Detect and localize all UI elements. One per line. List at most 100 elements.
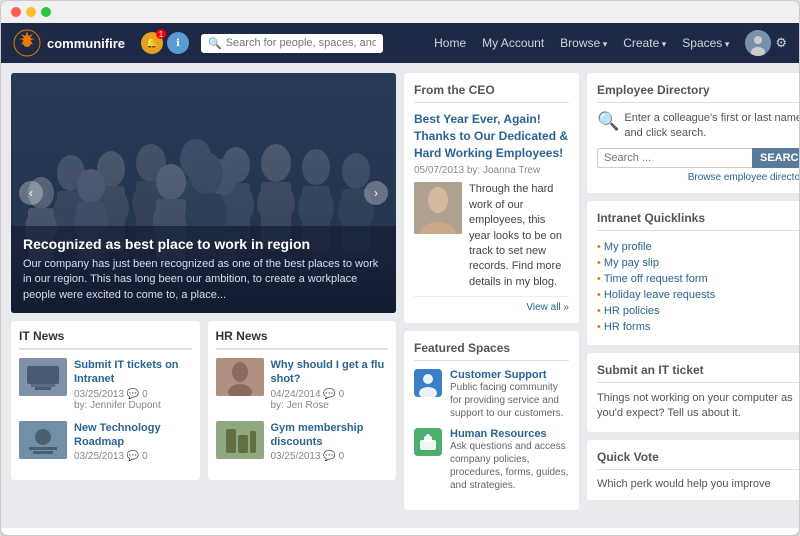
it-news-title-2[interactable]: New Technology Roadmap [74,421,192,450]
gear-icon[interactable]: ⚙ [775,35,787,51]
close-button[interactable] [11,7,21,17]
hr-news-item-1: Why should I get a flu shot? 04/24/2014 … [216,358,389,411]
human-resources-desc: Ask questions and access company policie… [450,440,569,492]
nav-browse[interactable]: Browse [560,36,607,50]
window-chrome [1,1,799,23]
left-column: ‹ › Recognized as best place to work in … [11,73,396,518]
quicklink-item-6[interactable]: HR forms [597,319,800,335]
avatar [745,30,771,56]
news-grid: IT News Submit IT tickets o [11,321,396,480]
hero-next-button[interactable]: › [364,181,388,205]
hr-news-meta-2: 03/25/2013 💬 0 [271,451,389,462]
info-button[interactable]: ℹ [167,32,189,54]
global-search-bar[interactable]: 🔍 [201,34,383,53]
it-news-title-1[interactable]: Submit IT tickets on Intranet [74,358,192,387]
it-news-title: IT News [19,329,192,350]
main-content: ‹ › Recognized as best place to work in … [1,63,799,528]
space-item-human-resources: Human Resources Ask questions and access… [414,428,569,492]
search-icon: 🔍 [597,111,619,132]
featured-spaces-widget: Featured Spaces Customer Support Public … [404,331,579,510]
ceo-post-title[interactable]: Best Year Ever, Again! Thanks to Our Ded… [414,111,569,161]
customer-support-name[interactable]: Customer Support [450,369,569,381]
ceo-body: Through the hard work of our employees, … [414,182,569,290]
logo-icon [13,29,41,57]
nav-home[interactable]: Home [434,36,466,50]
quicklink-item-1[interactable]: My profile [597,239,800,255]
quicklinks-list: My profile My pay slip Time off request … [597,239,800,335]
hr-news-thumb-2 [216,421,264,459]
quicklink-item-3[interactable]: Time off request form [597,271,800,287]
nav-create[interactable]: Create [623,36,666,50]
customer-support-desc: Public facing community for providing se… [450,381,569,420]
emp-dir-title: Employee Directory [597,83,800,103]
top-navigation: communifire 🔔 1 ℹ 🔍 Home My Account Brow… [1,23,799,63]
human-resources-icon [414,428,442,456]
hero-banner: ‹ › Recognized as best place to work in … [11,73,396,313]
ceo-author-photo [414,182,462,234]
user-menu[interactable]: ⚙ [745,30,787,56]
it-news-info-2: New Technology Roadmap 03/25/2013 💬 0 [74,421,192,463]
quicklink-item-4[interactable]: Holiday leave requests [597,287,800,303]
emp-dir-search-area: 🔍 Enter a colleague's first or last name… [597,111,800,142]
hr-news-info-2: Gym membership discounts 03/25/2013 💬 0 [271,421,389,463]
hr-news-title: HR News [216,329,389,350]
human-resources-info: Human Resources Ask questions and access… [450,428,569,492]
submit-it-text: Things not working on your computer as y… [597,391,800,422]
hero-subtitle: Our company has just been recognized as … [23,257,384,303]
quick-vote-widget: Quick Vote Which perk would help you imp… [587,440,800,500]
space-item-customer-support: Customer Support Public facing community… [414,369,569,420]
notifications-bell-button[interactable]: 🔔 1 [141,32,163,54]
submit-it-title: Submit an IT ticket [597,363,800,383]
it-news-item-1: Submit IT tickets on Intranet 03/25/2013… [19,358,192,411]
hr-news-thumb-1 [216,358,264,396]
hr-news-info-1: Why should I get a flu shot? 04/24/2014 … [271,358,389,411]
quicklinks-widget: Intranet Quicklinks My profile My pay sl… [587,201,800,345]
hr-news-author-1: by: Jen Rose [271,400,389,411]
right-column: Employee Directory 🔍 Enter a colleague's… [587,73,800,518]
browse-directory-link[interactable]: Browse employee directory › [597,172,800,183]
hr-news-widget: HR News Why should I get a flu shot? [208,321,397,480]
it-news-author-1: by: Jennifer Dupont [74,400,192,411]
hr-news-title-1[interactable]: Why should I get a flu shot? [271,358,389,387]
quick-vote-title: Quick Vote [597,450,800,470]
quick-vote-text: Which perk would help you improve [597,478,800,490]
quicklink-item-5[interactable]: HR policies [597,303,800,319]
emp-dir-description: Enter a colleague's first or last name a… [624,111,800,142]
hr-news-meta-1: 04/24/2014 💬 0 [271,389,389,400]
middle-column: From the CEO Best Year Ever, Again! Than… [404,73,579,518]
search-input[interactable] [226,37,376,49]
it-news-item-2: New Technology Roadmap 03/25/2013 💬 0 [19,421,192,463]
nav-spaces[interactable]: Spaces [682,36,729,50]
customer-support-info: Customer Support Public facing community… [450,369,569,420]
it-news-meta-2: 03/25/2013 💬 0 [74,451,192,462]
human-resources-name[interactable]: Human Resources [450,428,569,440]
maximize-button[interactable] [41,7,51,17]
quicklink-item-2[interactable]: My pay slip [597,255,800,271]
nav-links: Home My Account Browse Create Spaces ⚙ [434,30,787,56]
logo: communifire [13,29,125,57]
it-news-thumb-1 [19,358,67,396]
hero-prev-button[interactable]: ‹ [19,181,43,205]
nav-my-account[interactable]: My Account [482,36,544,50]
nav-notification-icons: 🔔 1 ℹ [141,32,189,54]
emp-dir-input-row: SEARCH [597,148,800,168]
submit-it-widget: Submit an IT ticket Things not working o… [587,353,800,432]
featured-spaces-title: Featured Spaces [414,341,569,361]
logo-text: communifire [47,36,125,51]
it-news-thumb-2 [19,421,67,459]
ceo-body-text: Through the hard work of our employees, … [469,182,569,290]
minimize-button[interactable] [26,7,36,17]
hero-caption: Recognized as best place to work in regi… [11,226,396,313]
employee-directory-widget: Employee Directory 🔍 Enter a colleague's… [587,73,800,193]
emp-dir-search-button[interactable]: SEARCH [752,148,800,168]
quicklinks-title: Intranet Quicklinks [597,211,800,231]
hero-title: Recognized as best place to work in regi… [23,236,384,252]
hr-news-item-2: Gym membership discounts 03/25/2013 💬 0 [216,421,389,463]
customer-support-icon [414,369,442,397]
hr-news-title-2[interactable]: Gym membership discounts [271,421,389,450]
search-icon: 🔍 [208,37,222,50]
emp-dir-search-input[interactable] [597,148,752,168]
ceo-widget: From the CEO Best Year Ever, Again! Than… [404,73,579,323]
view-all-link[interactable]: View all » [414,296,569,313]
it-news-meta-1: 03/25/2013 💬 0 [74,389,192,400]
